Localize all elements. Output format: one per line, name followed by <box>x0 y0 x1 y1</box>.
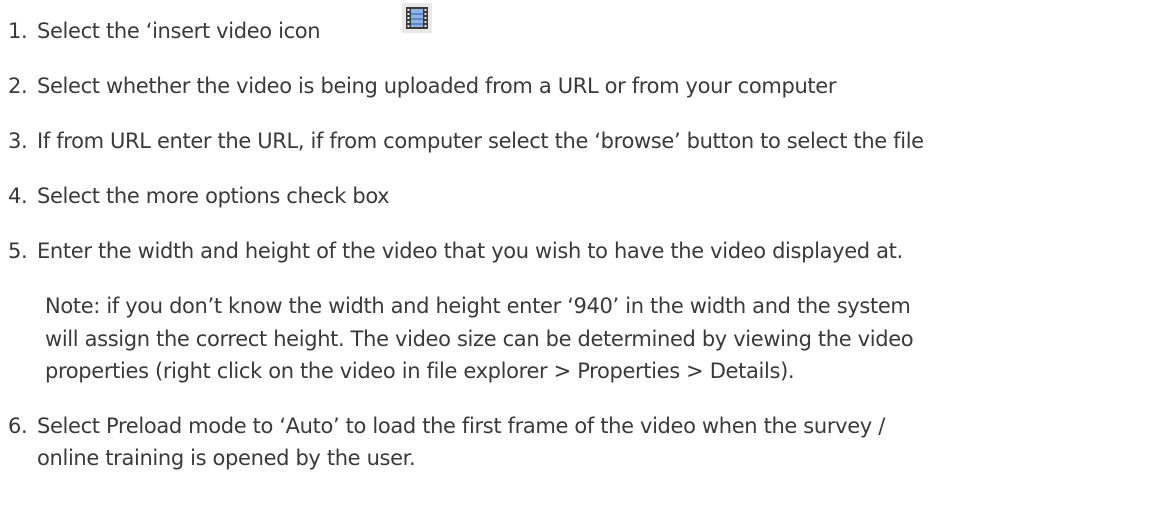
step-number: 2. <box>8 74 28 98</box>
note-line: Note: if you don’t know the width and he… <box>45 294 911 318</box>
step-text-continuation: online training is opened by the user. <box>37 446 416 470</box>
note-line: properties (right click on the video in … <box>45 359 795 383</box>
step-text: If from URL enter the URL, if from compu… <box>37 129 924 153</box>
step-text: Select the ‘insert video icon <box>37 19 321 43</box>
film-strip-icon <box>402 3 432 33</box>
step-number: 1. <box>8 19 28 43</box>
step-text: Select the more options check box <box>37 184 390 208</box>
step-text: Select Preload mode to ‘Auto’ to load th… <box>37 414 885 438</box>
step-text: Select whether the video is being upload… <box>37 74 837 98</box>
step-number: 5. <box>8 239 28 263</box>
step-number: 3. <box>8 129 28 153</box>
note-line: will assign the correct height. The vide… <box>45 327 914 351</box>
instruction-list: 1. Select the ‘insert video icon 2. Sele… <box>0 0 1158 525</box>
step-text: Enter the width and height of the video … <box>37 239 903 263</box>
step-number: 6. <box>8 414 28 438</box>
step-number: 4. <box>8 184 28 208</box>
